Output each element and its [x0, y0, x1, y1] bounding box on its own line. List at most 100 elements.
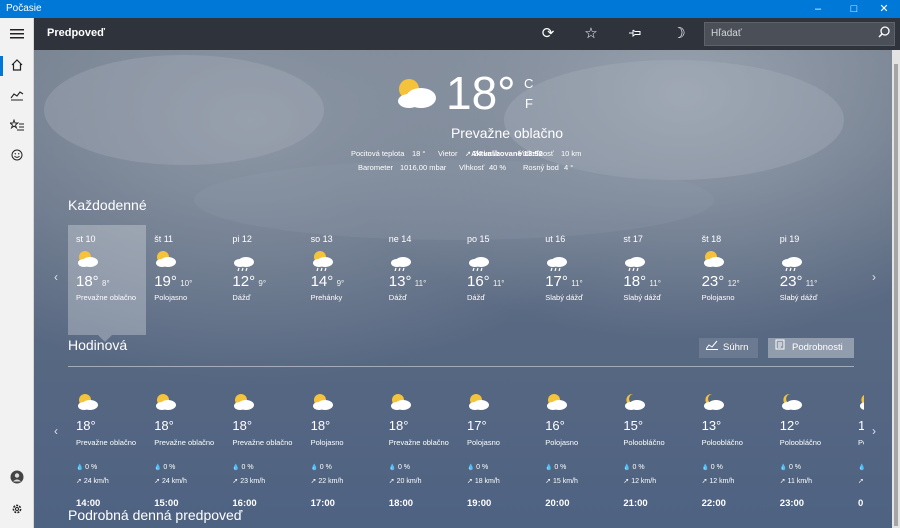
hourly-forecast-item: 13° Poloobláčno 💧 0 % ➚ 12 km/h 22:00 — [694, 392, 772, 512]
hour-precip-value: 0 % — [788, 464, 801, 471]
partly-cloudy-night-icon — [623, 392, 647, 419]
partly-cloudy-icon — [545, 392, 569, 419]
hour-condition: Poloobláčno — [623, 438, 665, 447]
hour-precip: 💧 0 % — [467, 464, 488, 471]
hour-condition: Prevažne oblačno — [76, 438, 137, 447]
partly-cloudy-icon — [154, 392, 178, 419]
wind-arrow-icon: ➚ — [545, 478, 553, 485]
partly-cloudy-icon — [311, 392, 335, 419]
main-content: Predpoveď ⟳ ☆ ☽ Hľadať 18° C F Prevažne … — [34, 18, 900, 528]
hour-temp: 18° — [154, 418, 174, 433]
hour-temp: 1 — [858, 418, 864, 433]
hour-wind: ➚ 24 km/h — [154, 477, 187, 485]
hour-condition: Po — [858, 438, 864, 447]
hour-wind-value: 15 km/h — [553, 478, 578, 485]
hour-condition: Polojasno — [545, 438, 579, 447]
hour-time: 0: — [858, 498, 864, 509]
hourly-forecast-item: 18° Prevažne oblačno 💧 0 % ➚ 24 km/h 14:00 — [68, 392, 146, 512]
hourly-forecast-item: 1 Po 💧 ➚ 0: — [850, 392, 864, 512]
hour-wind: ➚ — [858, 477, 864, 485]
hour-time: 22:00 — [701, 498, 726, 509]
minimize-button[interactable]: – — [802, 0, 834, 18]
hour-wind: ➚ 20 km/h — [389, 477, 422, 485]
nav-rail — [0, 18, 34, 528]
maximize-button[interactable]: □ — [838, 0, 870, 18]
wind-arrow-icon: ➚ — [467, 478, 475, 485]
hour-condition: Prevažne oblačno — [388, 438, 449, 447]
hour-wind: ➚ 11 km/h — [780, 477, 812, 485]
account-icon[interactable] — [0, 464, 33, 494]
raindrop-icon: 💧 — [232, 465, 242, 471]
hour-wind-value: 23 km/h — [240, 478, 266, 485]
hour-wind-value: 24 km/h — [162, 478, 187, 485]
raindrop-icon: 💧 — [623, 465, 633, 471]
hour-precip: 💧 0 % — [389, 464, 410, 471]
hour-wind-value: 24 km/h — [83, 478, 109, 485]
wind-arrow-icon: ➚ — [858, 478, 864, 485]
hourly-forecast-item: 18° Prevažne oblačno 💧 0 % ➚ 24 km/h 15:00 — [146, 392, 224, 512]
partly-cloudy-icon — [389, 392, 413, 419]
close-button[interactable]: ✕ — [868, 0, 900, 18]
detail-section-title: Podrobná denná predpoveď — [68, 507, 243, 523]
hour-wind-value: 20 km/h — [396, 478, 422, 485]
hour-wind-value: 18 km/h — [474, 478, 500, 485]
hamburger-menu-icon[interactable] — [0, 20, 33, 50]
maps-icon[interactable] — [0, 81, 33, 111]
hour-precip: 💧 0 % — [232, 464, 253, 471]
hourly-forecast-list: 18° Prevažne oblačno 💧 0 % ➚ 24 km/h 14:00 18… — [34, 18, 864, 528]
raindrop-icon: 💧 — [310, 465, 320, 471]
raindrop-icon: 💧 — [779, 465, 789, 471]
hour-time: 17:00 — [310, 498, 335, 509]
vertical-scrollbar[interactable] — [892, 50, 900, 528]
hour-time: 18:00 — [388, 498, 414, 509]
hour-wind: ➚ 22 km/h — [311, 477, 344, 485]
hour-wind: ➚ 12 km/h — [702, 477, 735, 485]
hour-wind: ➚ 15 km/h — [545, 477, 578, 485]
raindrop-icon: 💧 — [467, 465, 477, 471]
hour-wind: ➚ 24 km/h — [76, 477, 109, 485]
hour-time: 19:00 — [467, 498, 492, 509]
raindrop-icon: 💧 — [545, 465, 555, 471]
favorites-list-icon[interactable] — [0, 111, 33, 141]
hour-condition: Prevažne oblačno — [232, 438, 293, 447]
raindrop-icon: 💧 — [701, 465, 711, 471]
life-icon[interactable] — [0, 141, 33, 171]
hour-wind: ➚ 12 km/h — [623, 477, 656, 485]
hour-precip-value: 0 % — [397, 464, 410, 471]
hour-precip-value: 0 % — [632, 464, 645, 471]
hour-time: 23:00 — [779, 498, 805, 509]
hour-precip: 💧 0 % — [780, 464, 801, 471]
settings-gear-icon[interactable] — [0, 495, 33, 525]
hour-precip: 💧 — [858, 464, 864, 471]
hourly-forecast-item: 16° Polojasno 💧 0 % ➚ 15 km/h 20:00 — [537, 392, 615, 512]
hourly-forecast-item: 18° Polojasno 💧 0 % ➚ 22 km/h 17:00 — [303, 392, 381, 512]
partly-cloudy-icon — [467, 392, 491, 419]
raindrop-icon: 💧 — [154, 465, 164, 471]
raindrop-icon: 💧 — [388, 465, 398, 471]
hour-temp: 18° — [310, 418, 331, 433]
hour-condition: Polojasno — [310, 438, 344, 447]
hour-precip: 💧 0 % — [702, 464, 723, 471]
hour-time: 20:00 — [545, 498, 570, 509]
title-bar: Počasie – □ ✕ — [0, 0, 900, 18]
hourly-scroll-right-icon[interactable]: › — [872, 424, 876, 438]
hour-precip-value: 0 % — [476, 464, 489, 471]
raindrop-icon: 💧 — [76, 465, 86, 471]
hour-condition: Poloobláčno — [701, 438, 743, 447]
wind-arrow-icon: ➚ — [76, 478, 84, 485]
hour-temp: 18° — [232, 418, 253, 433]
hour-wind: ➚ 23 km/h — [232, 477, 265, 485]
hourly-forecast-item: 18° Prevažne oblačno 💧 0 % ➚ 20 km/h 18:00 — [381, 392, 459, 512]
hourly-forecast-item: 12° Poloobláčno 💧 0 % ➚ 11 km/h 23:00 — [772, 392, 850, 512]
search-icon[interactable] — [878, 25, 890, 41]
home-icon[interactable] — [0, 51, 33, 81]
daily-scroll-right-icon[interactable]: › — [872, 270, 876, 284]
hour-precip-value: 0 % — [85, 464, 98, 471]
partly-cloudy-night-icon — [858, 392, 864, 419]
hour-temp: 16° — [545, 418, 565, 433]
wind-arrow-icon: ➚ — [154, 478, 162, 485]
hour-precip: 💧 0 % — [623, 464, 644, 471]
hour-condition: Prevažne oblačno — [154, 438, 215, 447]
wind-arrow-icon: ➚ — [779, 478, 788, 485]
hour-precip-value: 0 % — [554, 464, 567, 471]
